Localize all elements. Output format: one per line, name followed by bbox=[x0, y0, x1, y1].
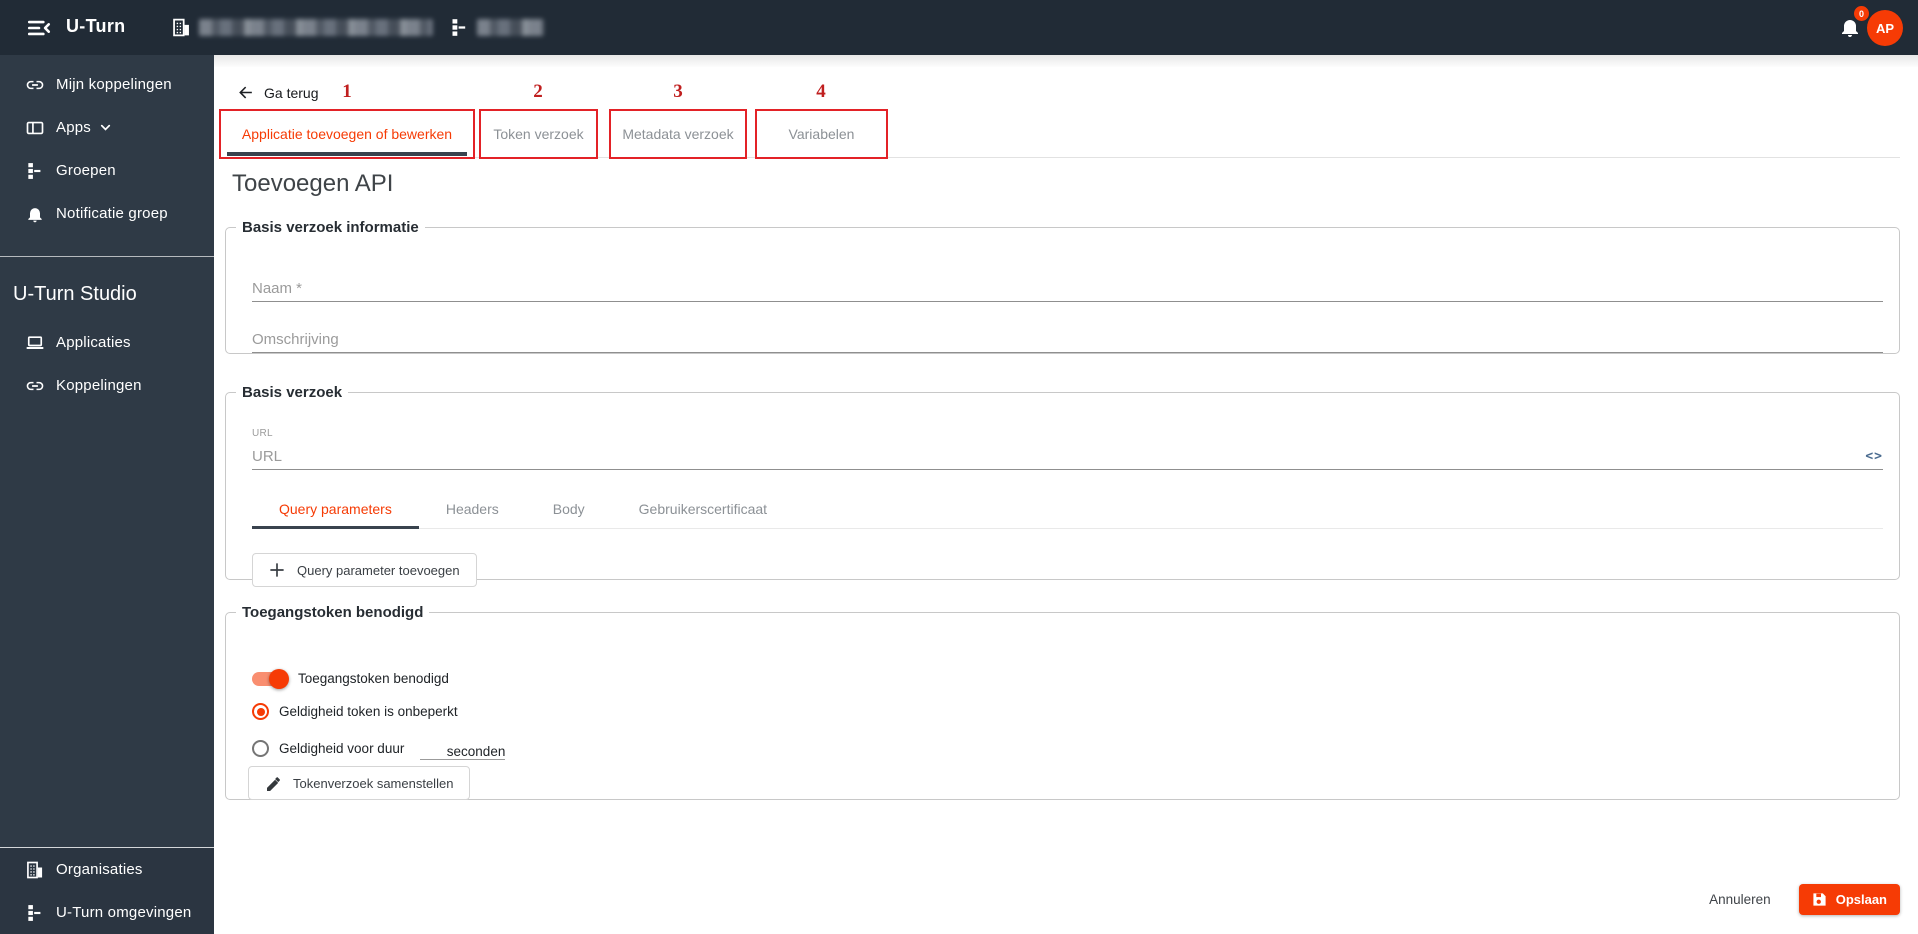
active-tab-indicator bbox=[227, 152, 467, 156]
redacted-organisation-name bbox=[199, 19, 433, 36]
hierarchy-icon bbox=[25, 161, 45, 181]
request-subtabs: Query parameters Headers Body Gebruikers… bbox=[252, 490, 1883, 529]
cancel-button[interactable]: Annuleren bbox=[1699, 884, 1781, 915]
pencil-icon bbox=[265, 775, 281, 791]
laptop-icon bbox=[25, 333, 45, 353]
link-icon bbox=[25, 75, 45, 95]
token-radio-duration-row: Geldigheid voor duur seconden bbox=[252, 737, 506, 760]
sidebar-item-applicaties[interactable]: Applicaties bbox=[0, 321, 214, 364]
section-basis-verzoek-informatie: Basis verzoek informatie bbox=[225, 219, 1900, 354]
annotation-number-2: 2 bbox=[533, 81, 543, 102]
link-icon bbox=[25, 376, 45, 396]
hierarchy-icon bbox=[449, 17, 470, 38]
bell-icon bbox=[25, 204, 45, 224]
duration-field: seconden bbox=[420, 737, 506, 760]
token-toggle-row: Toegangstoken benodigd bbox=[252, 668, 449, 689]
naam-input[interactable] bbox=[252, 276, 1883, 302]
avatar[interactable]: AP bbox=[1867, 10, 1903, 46]
sidebar-bottom-section: Organisaties U-Turn omgevingen bbox=[0, 847, 214, 934]
section-legend: Basis verzoek informatie bbox=[242, 219, 419, 236]
notifications-badge: 0 bbox=[1854, 6, 1869, 21]
toegangstoken-toggle[interactable] bbox=[252, 668, 289, 689]
back-label: Ga terug bbox=[264, 84, 319, 101]
tab-variabelen[interactable]: Variabelen bbox=[755, 109, 888, 159]
toggle-label: Toegangstoken benodigd bbox=[298, 671, 449, 686]
sidebar-collapse-icon[interactable] bbox=[26, 15, 52, 41]
tab-token-verzoek[interactable]: Token verzoek bbox=[479, 109, 598, 159]
page-title: Toevoegen API bbox=[232, 170, 394, 197]
building-icon bbox=[25, 860, 45, 880]
subtab-body[interactable]: Body bbox=[526, 490, 612, 528]
radio-geldigheid-voor-duur[interactable] bbox=[252, 740, 269, 757]
back-button[interactable]: Ga terug bbox=[236, 83, 318, 102]
app-window: U-Turn 0 AP Mijn koppelingen Apps Groepe… bbox=[0, 0, 1918, 934]
section-legend: Basis verzoek bbox=[242, 384, 343, 401]
sidebar-item-apps[interactable]: Apps bbox=[0, 106, 214, 149]
sidebar-item-koppelingen[interactable]: Koppelingen bbox=[0, 364, 214, 407]
token-radio-unlimited-row: Geldigheid token is onbeperkt bbox=[252, 703, 458, 720]
annotation-number-1: 1 bbox=[342, 81, 352, 102]
avatar-initials: AP bbox=[1875, 20, 1895, 36]
sidebar-item-mijn-koppelingen[interactable]: Mijn koppelingen bbox=[0, 63, 214, 106]
section-basis-verzoek: Basis verzoek URL <> Query parameters He… bbox=[225, 384, 1900, 587]
apps-icon bbox=[25, 118, 45, 138]
url-input[interactable] bbox=[252, 447, 1866, 465]
duration-input[interactable] bbox=[422, 744, 447, 759]
radio-geldigheid-onbeperkt[interactable] bbox=[252, 703, 269, 720]
add-query-parameter-button[interactable]: Query parameter toevoegen bbox=[252, 553, 477, 587]
plus-icon bbox=[269, 562, 285, 578]
building-icon bbox=[171, 17, 192, 38]
sidebar-item-uturn-omgevingen[interactable]: U-Turn omgevingen bbox=[0, 891, 214, 934]
app-title: U-Turn bbox=[66, 16, 126, 36]
sidebar: Mijn koppelingen Apps Groepen Notificati… bbox=[0, 55, 214, 934]
url-floating-label: URL bbox=[252, 428, 273, 439]
redacted-environment-name bbox=[477, 19, 544, 36]
sidebar-item-groepen[interactable]: Groepen bbox=[0, 149, 214, 192]
subtab-query-parameters[interactable]: Query parameters bbox=[252, 490, 419, 529]
subtab-headers[interactable]: Headers bbox=[419, 490, 526, 528]
sidebar-item-notificatie-groep[interactable]: Notificatie groep bbox=[0, 192, 214, 235]
main-content: Ga terug 1 2 3 4 Applicatie toevoegen of… bbox=[214, 55, 1918, 934]
save-floppy-icon bbox=[1812, 892, 1827, 907]
annotation-number-3: 3 bbox=[673, 81, 683, 102]
omschrijving-input[interactable] bbox=[252, 327, 1883, 353]
hierarchy-icon bbox=[25, 903, 45, 923]
save-button[interactable]: Opslaan bbox=[1798, 884, 1900, 915]
topbar-shadow bbox=[214, 55, 1918, 67]
arrow-left-icon bbox=[236, 83, 255, 102]
code-icon[interactable]: <> bbox=[1865, 449, 1883, 464]
subtab-gebruikerscertificaat[interactable]: Gebruikerscertificaat bbox=[612, 490, 794, 528]
tab-metadata-verzoek[interactable]: Metadata verzoek bbox=[609, 109, 747, 159]
annotation-number-4: 4 bbox=[816, 81, 826, 102]
chevron-down-icon bbox=[98, 120, 113, 135]
tab-applicatie-toevoegen-of-bewerken[interactable]: Applicatie toevoegen of bewerken bbox=[219, 109, 475, 159]
section-legend: Toegangstoken benodigd bbox=[242, 604, 424, 621]
top-app-bar: U-Turn 0 AP bbox=[0, 0, 1918, 55]
form-actions: Annuleren Opslaan bbox=[1699, 884, 1900, 915]
studio-section-header: U-Turn Studio bbox=[13, 283, 137, 305]
compose-token-request-button[interactable]: Tokenverzoek samenstellen bbox=[248, 766, 471, 800]
section-toegangstoken-benodigd: Toegangstoken benodigd Toegangstoken ben… bbox=[225, 604, 1900, 800]
duration-suffix: seconden bbox=[446, 744, 506, 759]
sidebar-item-organisaties[interactable]: Organisaties bbox=[0, 848, 214, 891]
url-field-row: <> bbox=[252, 443, 1883, 470]
